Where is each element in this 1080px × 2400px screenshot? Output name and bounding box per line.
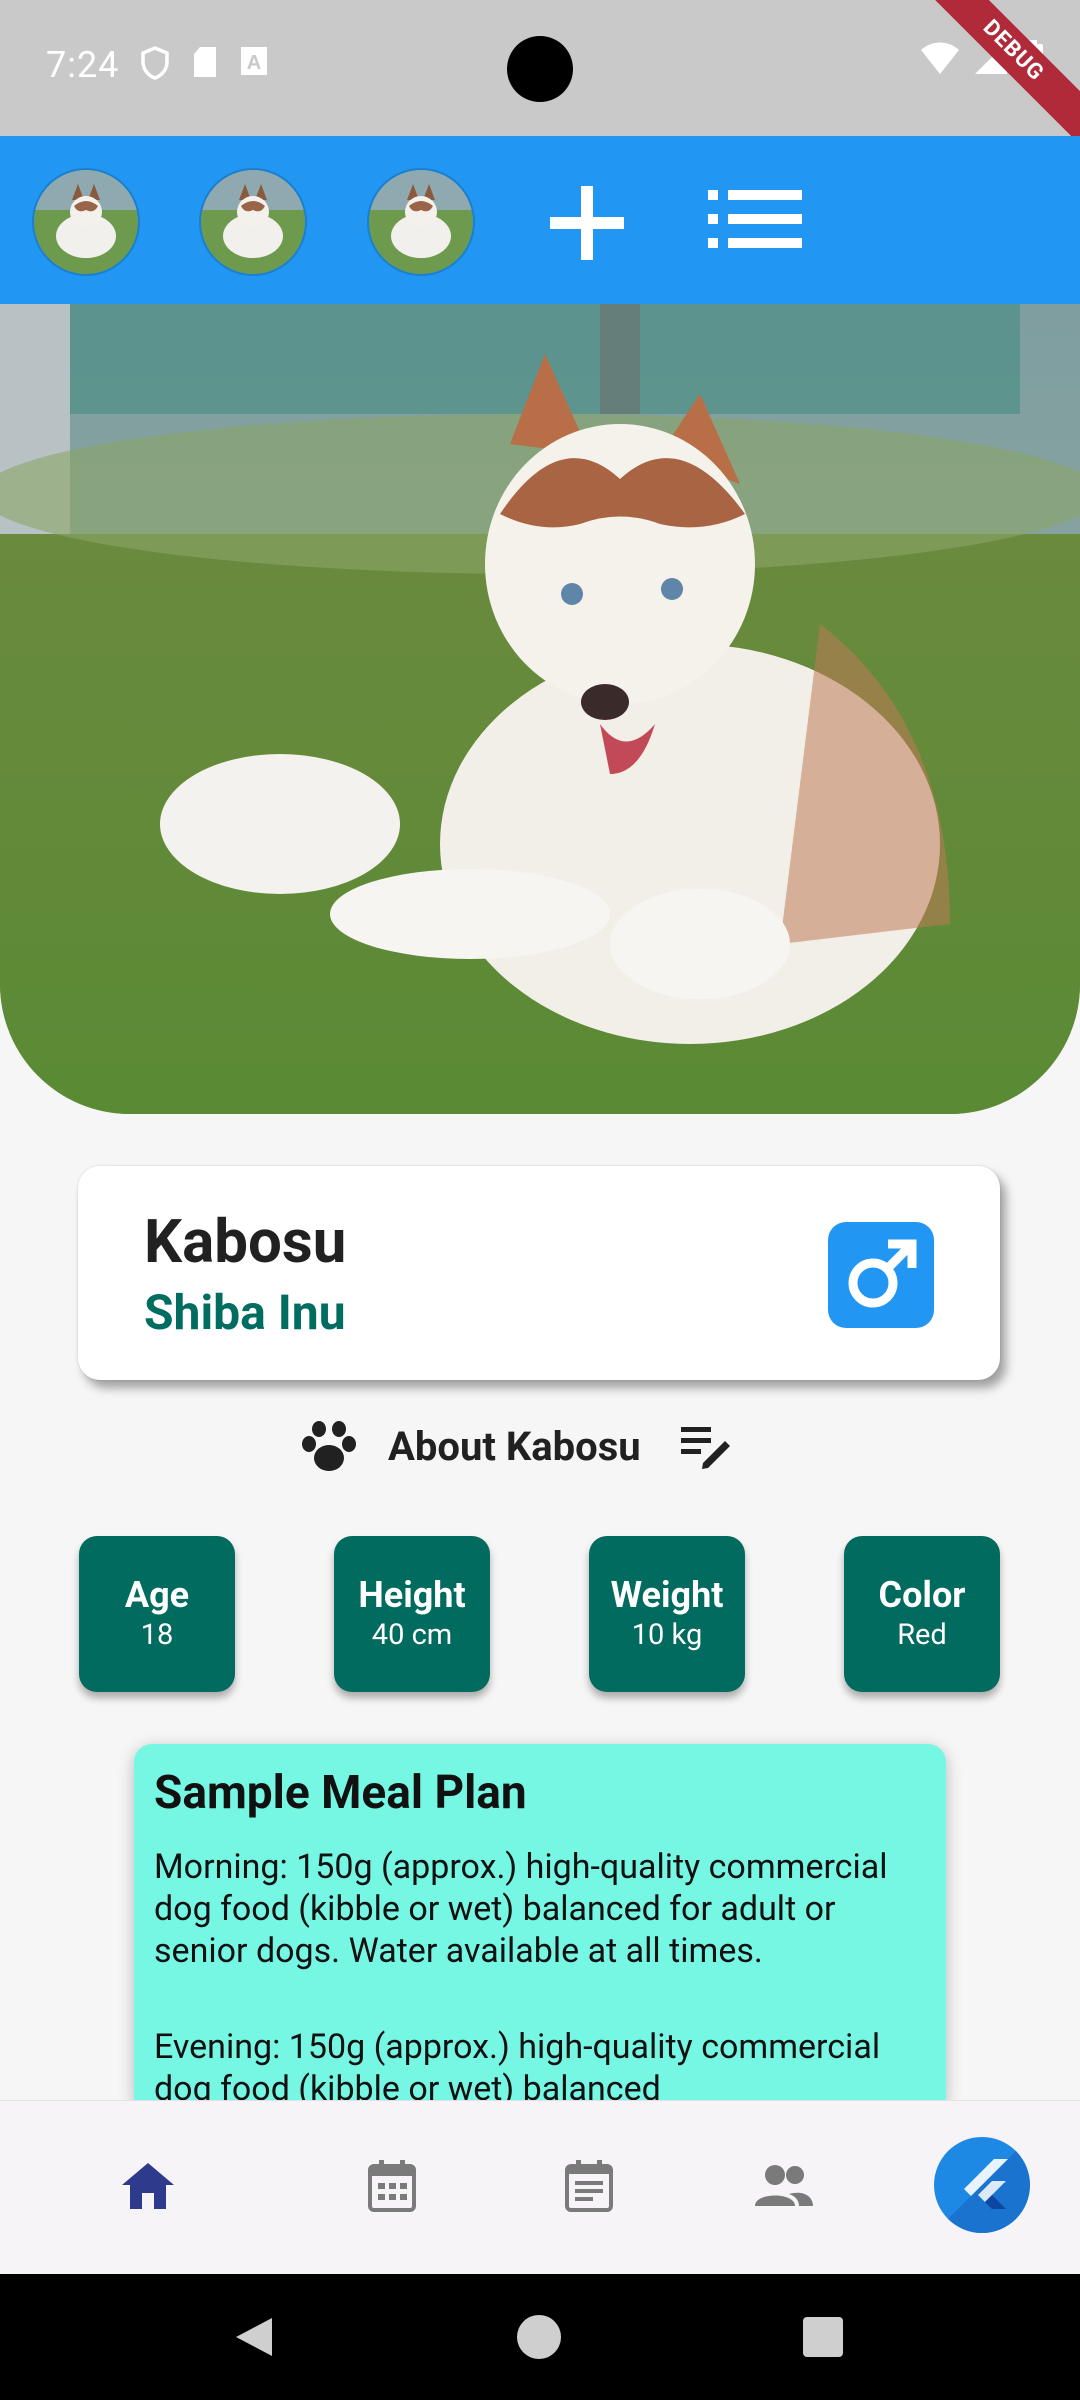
bottom-navigation: [0, 2100, 1080, 2275]
meal-evening: Evening: 150g (approx.) high-quality com…: [154, 2027, 881, 2104]
meal-plan-title: Sample Meal Plan: [154, 1766, 527, 1820]
stat-height: Height 40 cm: [334, 1536, 490, 1692]
stat-label: Weight: [610, 1574, 724, 1616]
sd-card-icon: [194, 47, 216, 77]
pet-avatar-3[interactable]: [367, 168, 475, 276]
stat-value: 40 cm: [371, 1618, 453, 1652]
stat-value: 10 kg: [631, 1618, 703, 1652]
camera-cutout: [507, 36, 573, 102]
stat-weight: Weight 10 kg: [589, 1536, 745, 1692]
flutter-logo[interactable]: [934, 2137, 1030, 2233]
shield-icon: [141, 46, 169, 80]
stat-label: Color: [878, 1574, 966, 1616]
about-label: About Kabosu: [388, 1422, 641, 1470]
text-a-icon: A: [241, 47, 267, 75]
stat-label: Age: [124, 1574, 190, 1616]
pet-avatar-2[interactable]: [199, 168, 307, 276]
system-navigation-bar: [0, 2274, 1080, 2400]
list-icon[interactable]: [706, 188, 804, 250]
paw-icon: [302, 1421, 356, 1471]
svg-text:A: A: [247, 52, 261, 74]
home-icon: [122, 2163, 174, 2209]
pet-selector-bar: [0, 136, 1080, 304]
stat-age: Age 18: [79, 1536, 235, 1692]
calendar-icon: [368, 2160, 416, 2212]
recents-icon[interactable]: [802, 2316, 844, 2358]
status-time: 7:24: [46, 44, 120, 86]
people-icon: [755, 2165, 813, 2206]
back-icon[interactable]: [232, 2314, 276, 2360]
edit-notes-icon[interactable]: [679, 1423, 731, 1469]
stat-label: Height: [358, 1574, 466, 1616]
pet-breed: Shiba Inu: [144, 1284, 346, 1341]
home-button-icon[interactable]: [516, 2314, 562, 2360]
meal-morning: Morning: 150g (approx.) high-quality com…: [154, 1847, 888, 1971]
meal-plan-card: Sample Meal Plan Morning: 150g (approx.)…: [134, 1744, 946, 2104]
pet-avatar-1[interactable]: [32, 168, 140, 276]
status-notification-icons: A: [140, 46, 268, 80]
pet-photo: [0, 304, 1080, 1114]
add-icon[interactable]: [548, 184, 626, 262]
male-icon: [828, 1222, 934, 1328]
stat-color: Color Red: [844, 1536, 1000, 1692]
pet-info-card: Kabosu Shiba Inu: [78, 1166, 1000, 1380]
event-note-icon: [565, 2160, 613, 2212]
nav-home[interactable]: [113, 2151, 183, 2221]
pet-name: Kabosu: [144, 1206, 347, 1277]
about-row[interactable]: About Kabosu: [300, 1414, 731, 1478]
wifi-icon: [921, 42, 959, 74]
status-bar: 7:24 A DEBUG: [0, 0, 1080, 153]
nav-people[interactable]: [749, 2151, 819, 2221]
stat-value: Red: [897, 1618, 947, 1652]
stat-value: 18: [140, 1618, 174, 1652]
nav-events[interactable]: [554, 2151, 624, 2221]
nav-calendar[interactable]: [357, 2151, 427, 2221]
